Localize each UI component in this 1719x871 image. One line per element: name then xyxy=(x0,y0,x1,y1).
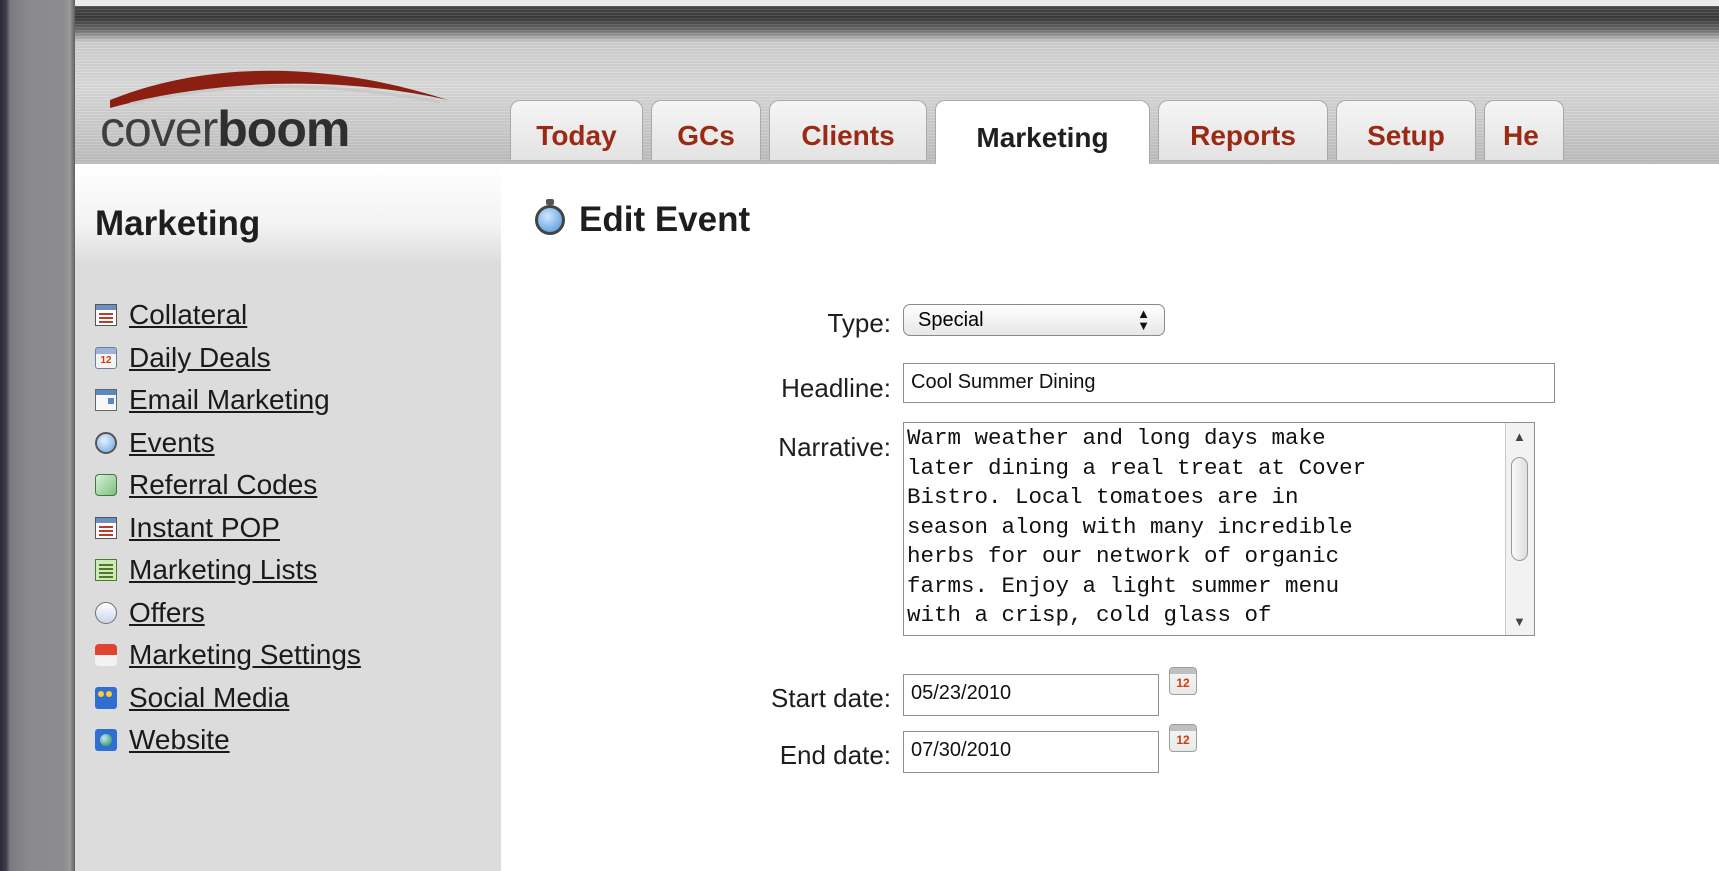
document-icon xyxy=(95,304,117,327)
email-icon xyxy=(95,389,117,412)
headline-label: Headline: xyxy=(781,373,891,403)
people-icon xyxy=(95,686,117,709)
sidebar-link-label[interactable]: Collateral xyxy=(129,299,247,331)
sidebar-link-label[interactable]: Events xyxy=(129,427,215,459)
tab-setup[interactable]: Setup xyxy=(1336,100,1476,160)
tab-marketing[interactable]: Marketing xyxy=(935,100,1150,164)
tab-reports[interactable]: Reports xyxy=(1158,100,1328,160)
narrative-textarea[interactable]: Warm weather and long days make later di… xyxy=(903,422,1535,636)
start-date-label: Start date: xyxy=(771,683,891,713)
tab-help[interactable]: He xyxy=(1484,100,1564,160)
coverboom-logo[interactable]: coverboom xyxy=(100,64,460,164)
sidebar-link-label[interactable]: Offers xyxy=(129,597,205,629)
main-content: Edit Event Type: Special ▲ ▼ Headline: Co… xyxy=(501,164,1719,871)
sidebar-nav: Collateral 12 Daily Deals Email Marketin… xyxy=(95,294,361,762)
sidebar-link-label[interactable]: Marketing Lists xyxy=(129,554,317,586)
stopwatch-icon xyxy=(535,199,565,235)
type-select[interactable]: Special ▲ ▼ xyxy=(903,304,1165,336)
sidebar-item-events[interactable]: Events xyxy=(95,422,361,465)
sidebar-link-label[interactable]: Instant POP xyxy=(129,512,280,544)
narrative-text: Warm weather and long days make later di… xyxy=(907,425,1367,628)
headline-input[interactable]: Cool Summer Dining xyxy=(903,363,1555,403)
main-tabs: Today GCs Clients Marketing Reports Setu… xyxy=(510,100,1572,164)
sidebar-item-website[interactable]: Website xyxy=(95,719,361,762)
narrative-scrollbar[interactable]: ▲ ▼ xyxy=(1505,423,1534,635)
narrative-label: Narrative: xyxy=(778,432,891,462)
scroll-up-icon[interactable]: ▲ xyxy=(1513,429,1526,444)
sidebar-item-marketing-lists[interactable]: Marketing Lists xyxy=(95,549,361,592)
sidebar-link-label[interactable]: Referral Codes xyxy=(129,469,317,501)
sidebar-item-referral-codes[interactable]: Referral Codes xyxy=(95,464,361,507)
tab-today[interactable]: Today xyxy=(510,100,643,160)
referral-icon xyxy=(95,474,117,497)
calendar-icon[interactable]: 12 xyxy=(1169,667,1197,695)
logo-wordmark: coverboom xyxy=(100,101,350,157)
start-date-input[interactable]: 05/23/2010 xyxy=(903,674,1159,716)
select-arrows-icon: ▲ ▼ xyxy=(1137,306,1150,333)
sidebar-item-collateral[interactable]: Collateral xyxy=(95,294,361,337)
page-title-text: Edit Event xyxy=(579,200,751,239)
sidebar-link-label[interactable]: Daily Deals xyxy=(129,342,271,374)
sidebar-link-label[interactable]: Marketing Settings xyxy=(129,639,361,671)
calendar-icon: 12 xyxy=(95,346,117,369)
document-icon xyxy=(95,516,117,539)
scroll-down-icon[interactable]: ▼ xyxy=(1513,614,1526,629)
scrollbar-thumb[interactable] xyxy=(1511,457,1528,561)
stopwatch-icon xyxy=(95,431,117,454)
sidebar-item-daily-deals[interactable]: 12 Daily Deals xyxy=(95,337,361,380)
sidebar-link-label[interactable]: Social Media xyxy=(129,682,289,714)
list-icon xyxy=(95,559,117,582)
settings-icon xyxy=(95,644,117,667)
window-frame-left xyxy=(0,0,75,871)
tab-clients[interactable]: Clients xyxy=(769,100,927,160)
offers-icon xyxy=(95,601,117,624)
tab-gcs[interactable]: GCs xyxy=(651,100,761,160)
sidebar: Marketing Collateral 12 Daily Deals Emai… xyxy=(75,164,501,871)
end-date-input[interactable]: 07/30/2010 xyxy=(903,731,1159,773)
sidebar-item-social-media[interactable]: Social Media xyxy=(95,677,361,720)
type-select-value: Special xyxy=(918,309,984,331)
sidebar-title: Marketing xyxy=(95,204,261,243)
sidebar-link-label[interactable]: Website xyxy=(129,724,230,756)
sidebar-item-offers[interactable]: Offers xyxy=(95,592,361,635)
type-label: Type: xyxy=(827,308,891,338)
page-title: Edit Event xyxy=(535,199,751,240)
globe-icon xyxy=(95,729,117,752)
sidebar-link-label[interactable]: Email Marketing xyxy=(129,384,330,416)
sidebar-item-instant-pop[interactable]: Instant POP xyxy=(95,507,361,550)
sidebar-item-email-marketing[interactable]: Email Marketing xyxy=(95,379,361,422)
calendar-icon[interactable]: 12 xyxy=(1169,724,1197,752)
sidebar-item-marketing-settings[interactable]: Marketing Settings xyxy=(95,634,361,677)
end-date-label: End date: xyxy=(779,740,891,770)
